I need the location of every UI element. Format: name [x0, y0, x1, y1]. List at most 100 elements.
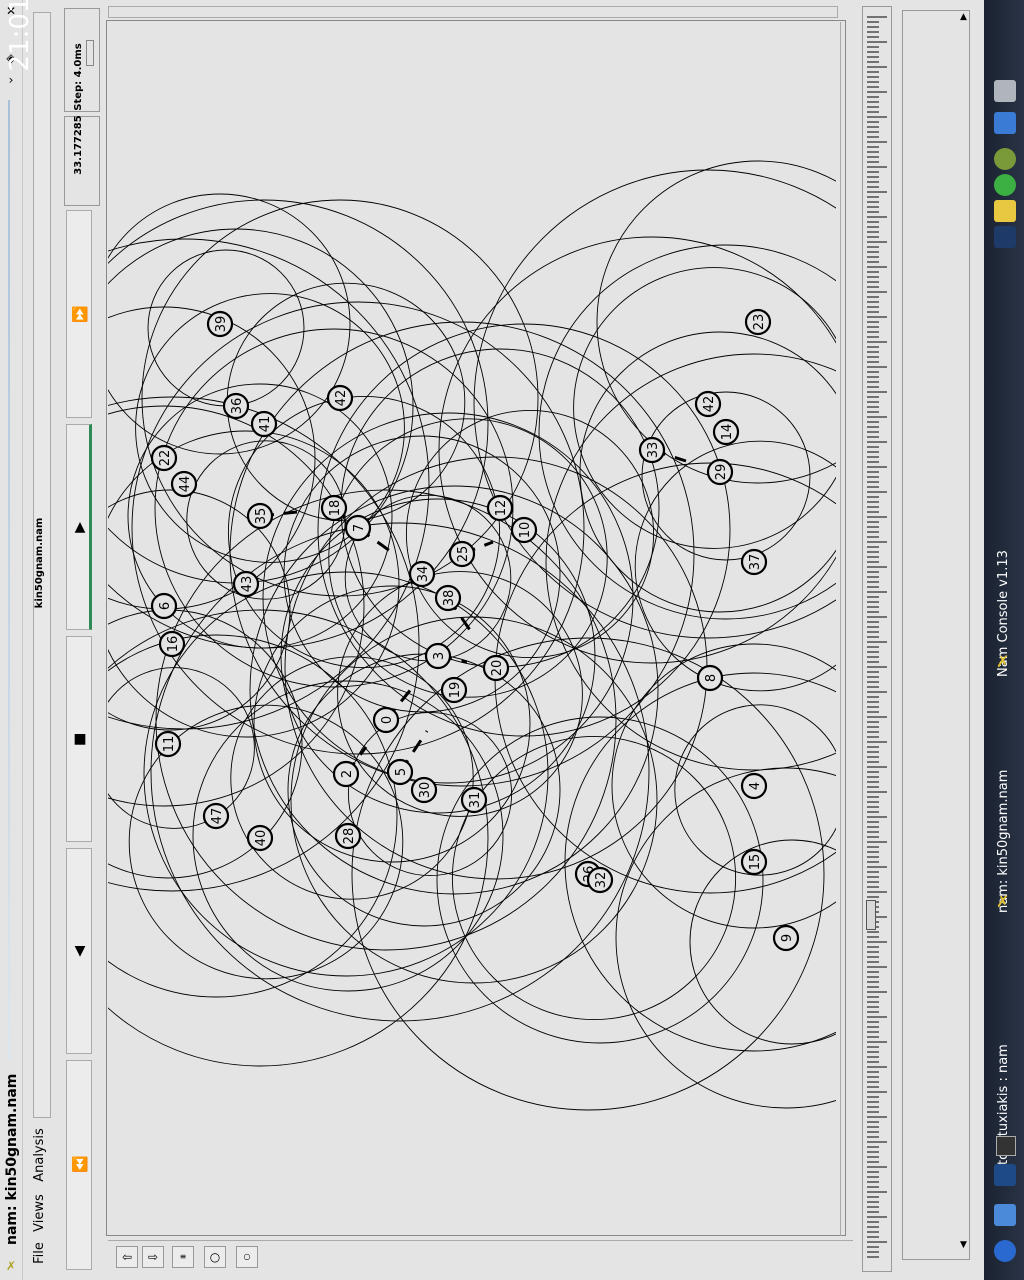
- transmission-range: [473, 169, 836, 639]
- desktop-icon[interactable]: [994, 1164, 1016, 1186]
- title-bar: ✕ ◈ › nam: kin50gnam.nam ✗: [0, 0, 23, 1280]
- transmission-range: [108, 634, 398, 998]
- network-node[interactable]: 32: [586, 866, 614, 894]
- node-label: 41: [258, 416, 273, 433]
- network-node[interactable]: 42: [694, 390, 722, 418]
- node-label: 42: [334, 390, 349, 407]
- network-node[interactable]: 4: [740, 772, 768, 800]
- vertical-scrollbar[interactable]: [840, 22, 853, 1236]
- network-node[interactable]: 5: [386, 758, 414, 786]
- network-node[interactable]: 30: [410, 776, 438, 804]
- zoom-out-icon[interactable]: ○: [236, 1246, 258, 1268]
- node-label: 16: [166, 636, 181, 653]
- network-node[interactable]: 18: [320, 494, 348, 522]
- network-node[interactable]: 39: [206, 310, 234, 338]
- timeline-slider[interactable]: [862, 6, 892, 1272]
- network-node[interactable]: 9: [772, 924, 800, 952]
- node-label: 25: [456, 546, 471, 563]
- network-node[interactable]: 33: [638, 436, 666, 464]
- pan-left-icon[interactable]: ⇦: [116, 1246, 138, 1268]
- task-nam-console[interactable]: Nam Console v1.13: [993, 497, 1015, 677]
- edit-icon[interactable]: ≡: [172, 1246, 194, 1268]
- network-node[interactable]: 29: [706, 458, 734, 486]
- network-node[interactable]: 40: [246, 824, 274, 852]
- horizontal-scrollbar[interactable]: [108, 6, 838, 18]
- node-label: 3: [432, 652, 447, 660]
- menu-views[interactable]: Views: [31, 1187, 49, 1239]
- home-icon[interactable]: [994, 1204, 1016, 1226]
- browser-icon[interactable]: [994, 174, 1016, 196]
- folder-icon[interactable]: [994, 200, 1016, 222]
- node-label: 10: [518, 522, 533, 539]
- network-node[interactable]: 23: [744, 308, 772, 336]
- play-forward-button[interactable]: ▲: [66, 424, 92, 630]
- menu-analysis[interactable]: Analysis: [31, 1121, 49, 1189]
- kde-menu-icon[interactable]: [994, 1240, 1016, 1262]
- network-node[interactable]: 0: [372, 706, 400, 734]
- network-node[interactable]: 2: [332, 760, 360, 788]
- step-label: Step: 4.0ms: [73, 43, 84, 111]
- network-node[interactable]: 34: [408, 560, 436, 588]
- settings-icon[interactable]: [994, 148, 1016, 170]
- node-label: 28: [342, 828, 357, 845]
- node-label: 20: [490, 660, 505, 677]
- network-node[interactable]: 8: [696, 664, 724, 692]
- node-label: 31: [468, 792, 483, 809]
- network-node[interactable]: 28: [334, 822, 362, 850]
- node-label: 47: [210, 808, 225, 825]
- stop-button[interactable]: ■: [66, 636, 92, 842]
- network-node[interactable]: 11: [154, 730, 182, 758]
- app-logo-icon: ✗: [5, 1259, 17, 1273]
- network-node[interactable]: 41: [250, 410, 278, 438]
- network-node[interactable]: 38: [434, 584, 462, 612]
- transmission-range: [438, 236, 836, 664]
- node-label: 36: [230, 398, 245, 415]
- play-backward-button[interactable]: ▼: [66, 848, 92, 1054]
- trash-icon[interactable]: [994, 80, 1016, 102]
- fast-rewind-button[interactable]: ⏬: [66, 1060, 92, 1270]
- network-node[interactable]: 44: [170, 470, 198, 498]
- terminal-icon[interactable]: [994, 226, 1016, 248]
- task-nam-window[interactable]: nam: kin50gnam.nam: [993, 733, 1015, 913]
- timeline-marker[interactable]: [866, 900, 886, 930]
- network-node[interactable]: 20: [482, 654, 510, 682]
- network-node[interactable]: 16: [158, 630, 186, 658]
- fast-forward-button[interactable]: ⏫: [66, 210, 92, 418]
- network-node[interactable]: 43: [232, 570, 260, 598]
- network-node[interactable]: 31: [460, 786, 488, 814]
- transmission-range: [538, 244, 836, 620]
- annotation-panel: [902, 10, 970, 1260]
- window-title: nam: kin50gnam.nam: [4, 1073, 20, 1245]
- network-node[interactable]: 15: [740, 848, 768, 876]
- node-label: 15: [748, 854, 763, 871]
- network-node[interactable]: 6: [150, 592, 178, 620]
- network-node[interactable]: 25: [448, 540, 476, 568]
- network-node[interactable]: 35: [246, 502, 274, 530]
- network-node[interactable]: 12: [486, 494, 514, 522]
- network-node[interactable]: 37: [740, 548, 768, 576]
- network-visualization[interactable]: 39364122424435 18743616114740 282 530310319…: [108, 22, 836, 1232]
- fast-forward-icon: ⏫: [71, 307, 89, 323]
- network-node[interactable]: 3: [424, 642, 452, 670]
- node-label: 44: [178, 476, 193, 493]
- network-node[interactable]: 22: [150, 444, 178, 472]
- title-decoration: [8, 100, 10, 1060]
- node-label: 29: [714, 464, 729, 481]
- network-node[interactable]: 14: [712, 418, 740, 446]
- node-label: 38: [442, 590, 457, 607]
- pan-right-icon[interactable]: ⇨: [142, 1246, 164, 1268]
- transmission-range: [611, 643, 836, 929]
- network-node[interactable]: 19: [440, 676, 468, 704]
- scroll-up-icon[interactable]: ▲: [960, 12, 970, 22]
- network-node[interactable]: 7: [344, 514, 372, 542]
- step-slider-handle[interactable]: [86, 40, 94, 66]
- node-label: 23: [752, 314, 767, 331]
- network-node[interactable]: 42: [326, 384, 354, 412]
- fast-rewind-icon: ⏬: [71, 1157, 89, 1173]
- zoom-in-icon[interactable]: ○: [204, 1246, 226, 1268]
- scroll-down-icon[interactable]: ▼: [960, 1240, 970, 1250]
- network-node[interactable]: 10: [510, 516, 538, 544]
- network-node[interactable]: 36: [222, 392, 250, 420]
- network-node[interactable]: 47: [202, 802, 230, 830]
- computer-icon[interactable]: [994, 112, 1016, 134]
